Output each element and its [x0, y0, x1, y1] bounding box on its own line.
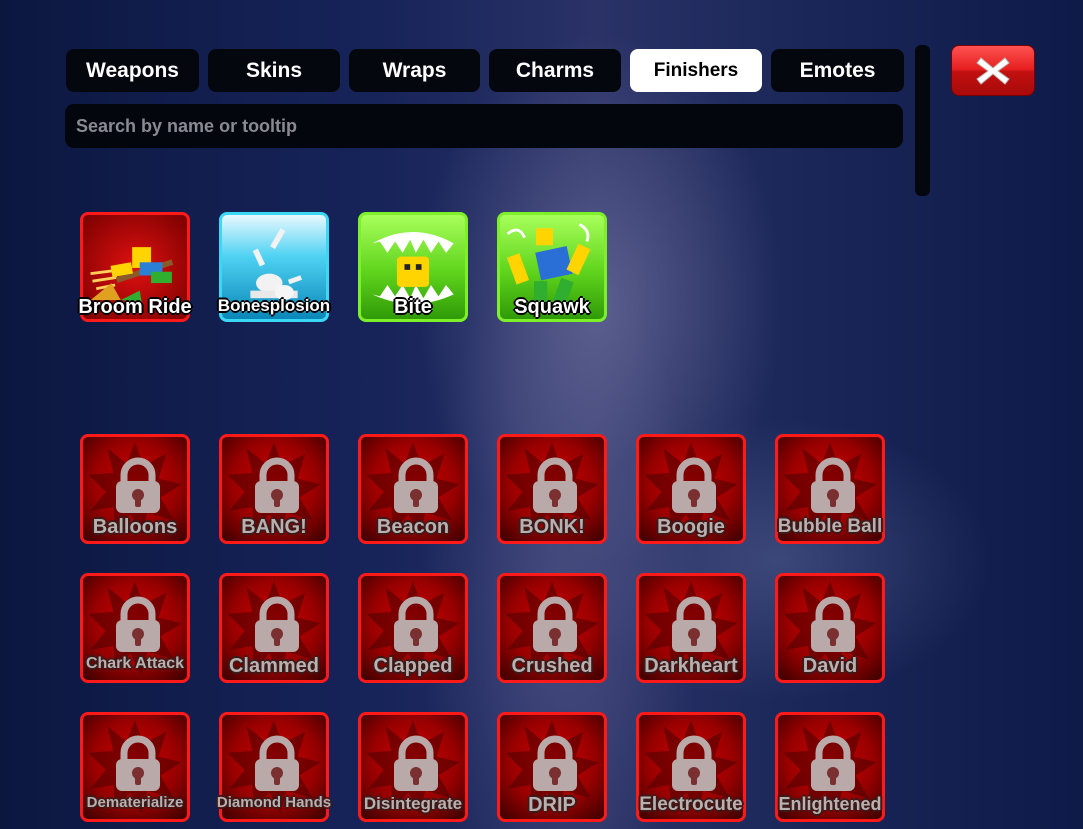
finisher-name: Clammed	[228, 655, 320, 677]
finisher-name: Squawk	[514, 296, 590, 318]
finisher-card-locked[interactable]: Darkheart	[636, 573, 746, 683]
finisher-card-locked[interactable]: Clapped	[358, 573, 468, 683]
finisher-card-squawk[interactable]: Squawk	[497, 212, 607, 322]
lock-icon	[811, 596, 855, 652]
finisher-card-locked[interactable]: Diamond Hands	[217, 712, 331, 822]
finisher-card-locked[interactable]: BONK!	[497, 434, 607, 544]
finisher-card-locked[interactable]: Beacon	[358, 434, 468, 544]
tab-finishers[interactable]: Finishers	[630, 49, 762, 92]
lock-icon	[255, 596, 299, 652]
lock-icon	[533, 596, 577, 652]
finisher-card-locked[interactable]: Balloons	[80, 434, 190, 544]
lock-icon	[255, 457, 299, 513]
tab-weapons[interactable]: Weapons	[66, 49, 199, 92]
finisher-card-locked[interactable]: Boogie	[636, 434, 746, 544]
finisher-card-locked[interactable]: Electrocute	[636, 712, 746, 822]
close-x-icon	[976, 56, 1010, 85]
finisher-name: Chark Attack	[85, 655, 185, 672]
finisher-card-bite[interactable]: Bite	[358, 212, 468, 322]
finisher-card-locked[interactable]: David	[775, 573, 885, 683]
close-button[interactable]	[951, 45, 1035, 96]
finisher-name: Enlightened	[778, 794, 882, 814]
finisher-name: BANG!	[241, 516, 307, 538]
finisher-card-bonesplosion[interactable]: Bonesplosion	[218, 212, 330, 322]
finisher-name: DRIP	[528, 794, 576, 816]
finisher-name: Clapped	[373, 655, 453, 677]
finisher-card-locked[interactable]: Dematerialize	[80, 712, 190, 822]
tab-emotes[interactable]: Emotes	[771, 49, 904, 92]
category-tabs: Weapons Skins Wraps Charms Finishers Emo…	[66, 49, 904, 92]
finisher-name: Boogie	[657, 516, 725, 538]
search-input[interactable]	[65, 104, 903, 148]
scrollbar[interactable]	[915, 45, 930, 196]
finisher-name: Bonesplosion	[217, 296, 331, 315]
lock-icon	[811, 457, 855, 513]
finisher-card-locked[interactable]: Disintegrate	[358, 712, 468, 822]
finisher-card-locked[interactable]: DRIP	[497, 712, 607, 822]
tab-wraps[interactable]: Wraps	[349, 49, 480, 92]
finisher-name: Bubble Ball	[777, 516, 883, 537]
lock-icon	[533, 457, 577, 513]
finisher-name: Diamond Hands	[216, 794, 332, 811]
finisher-name: Darkheart	[644, 655, 738, 677]
finisher-name: Broom Ride	[78, 296, 192, 318]
lock-icon	[672, 596, 716, 652]
finisher-card-locked[interactable]: BANG!	[219, 434, 329, 544]
finisher-name: Bite	[394, 296, 432, 318]
finisher-card-locked[interactable]: Clammed	[219, 573, 329, 683]
lock-icon	[811, 735, 855, 791]
finisher-name: David	[802, 655, 858, 677]
finisher-card-locked[interactable]: Crushed	[497, 573, 607, 683]
lock-icon	[116, 596, 160, 652]
finisher-name: Electrocute	[639, 794, 743, 815]
finisher-card-broom-ride[interactable]: Broom Ride	[78, 212, 192, 322]
lock-icon	[394, 735, 438, 791]
finisher-name: Disintegrate	[363, 794, 463, 813]
lock-icon	[116, 735, 160, 791]
finisher-name: Beacon	[376, 516, 450, 538]
finisher-name: Dematerialize	[86, 794, 184, 811]
tab-skins[interactable]: Skins	[208, 49, 340, 92]
lock-icon	[394, 457, 438, 513]
lock-icon	[533, 735, 577, 791]
lock-icon	[255, 735, 299, 791]
lock-icon	[672, 457, 716, 513]
lock-icon	[116, 457, 160, 513]
lock-icon	[672, 735, 716, 791]
tab-charms[interactable]: Charms	[489, 49, 621, 92]
finisher-card-locked[interactable]: Enlightened	[775, 712, 885, 822]
finisher-name: Balloons	[92, 516, 178, 538]
finisher-card-locked[interactable]: Bubble Ball	[775, 434, 885, 544]
finisher-name: BONK!	[519, 516, 585, 538]
finisher-name: Crushed	[511, 655, 593, 677]
finisher-card-locked[interactable]: Chark Attack	[80, 573, 190, 683]
lock-icon	[394, 596, 438, 652]
